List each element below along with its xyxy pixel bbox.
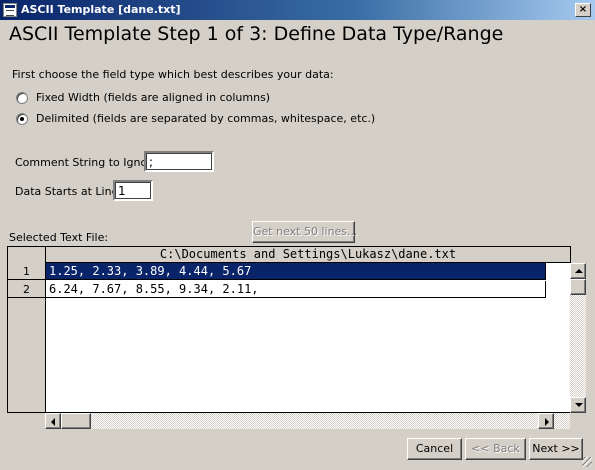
comment-string-input[interactable]: ; bbox=[144, 151, 214, 172]
vertical-scrollbar[interactable] bbox=[570, 263, 586, 413]
arrow-down-icon bbox=[575, 403, 583, 407]
get-next-lines-button[interactable]: Get next 50 lines... bbox=[252, 221, 358, 243]
data-start-label: Data Starts at Line: bbox=[15, 185, 123, 198]
close-button[interactable]: × bbox=[575, 3, 591, 17]
fixed-width-radio[interactable] bbox=[16, 92, 28, 104]
row-number[interactable]: 2 bbox=[8, 281, 45, 298]
window-title: ASCII Template [dane.txt] bbox=[21, 3, 181, 16]
comment-string-label: Comment String to Ignore: bbox=[15, 156, 162, 169]
horizontal-scroll-thumb[interactable] bbox=[61, 413, 91, 429]
horizontal-scrollbar[interactable] bbox=[45, 413, 570, 429]
file-line[interactable]: 1.25, 2.33, 3.89, 4.44, 5.67 bbox=[46, 263, 546, 280]
scroll-right-button[interactable] bbox=[538, 413, 554, 429]
delimited-label: Delimited (fields are separated by comma… bbox=[36, 112, 376, 125]
title-bar: ASCII Template [dane.txt] × bbox=[0, 0, 595, 20]
arrow-up-icon bbox=[575, 269, 583, 273]
data-start-input[interactable]: 1 bbox=[113, 180, 153, 201]
file-line[interactable]: 6.24, 7.67, 8.55, 9.34, 2.11, bbox=[46, 281, 546, 298]
vertical-scroll-thumb[interactable] bbox=[570, 279, 586, 295]
field-type-prompt: First choose the field type which best d… bbox=[12, 68, 334, 81]
scroll-up-button[interactable] bbox=[570, 263, 586, 279]
cancel-button[interactable]: Cancel bbox=[407, 438, 462, 460]
fixed-width-label: Fixed Width (fields are aligned in colum… bbox=[36, 91, 271, 104]
arrow-left-icon bbox=[51, 418, 55, 426]
next-button[interactable]: Next >> bbox=[529, 438, 583, 460]
window-app-icon bbox=[3, 3, 17, 17]
back-button[interactable]: << Back bbox=[465, 438, 526, 460]
scroll-left-button[interactable] bbox=[45, 413, 61, 429]
row-number[interactable]: 1 bbox=[8, 263, 45, 280]
arrow-right-icon bbox=[545, 418, 549, 426]
scroll-down-button[interactable] bbox=[570, 397, 586, 413]
delimited-radio[interactable] bbox=[16, 113, 28, 125]
page-title: ASCII Template Step 1 of 3: Define Data … bbox=[9, 23, 504, 45]
file-path-header: C:\Documents and Settings\Lukasz\dane.tx… bbox=[45, 246, 571, 263]
selected-file-label: Selected Text File: bbox=[9, 231, 109, 244]
resize-grip-icon[interactable] bbox=[582, 457, 592, 467]
